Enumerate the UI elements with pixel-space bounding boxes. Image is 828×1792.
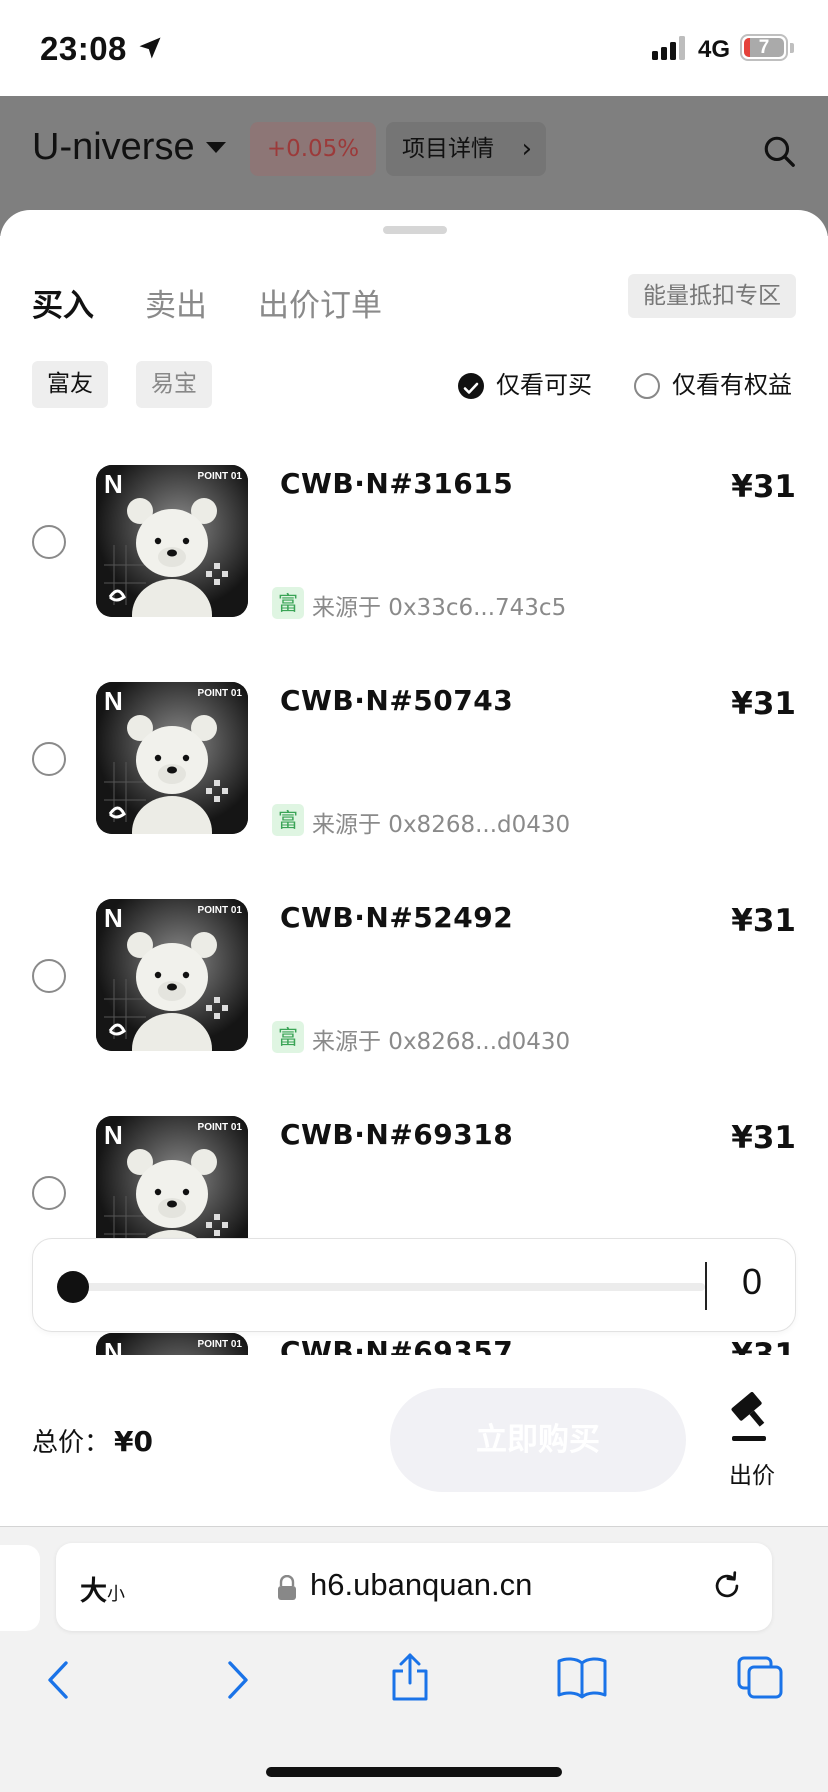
list-item[interactable]: N POINT 01 CWB·N#31615 ¥31 富来源于 0x33c6...743…	[0, 445, 828, 661]
buy-now-button[interactable]: 立即购买	[390, 1388, 686, 1492]
project-details-label: 项目详情	[402, 136, 494, 162]
text-size-small: 小	[107, 1584, 125, 1605]
back-icon[interactable]	[42, 1657, 76, 1703]
filter-rights-only[interactable]: 仅看有权益	[634, 365, 804, 405]
previous-tab-peek[interactable]	[0, 1545, 40, 1631]
project-details-button[interactable]: 项目详情 ›	[386, 122, 546, 176]
drag-handle[interactable]	[383, 226, 447, 234]
lock-icon	[278, 1575, 296, 1600]
text-size-large: 大	[80, 1576, 107, 1607]
thumb-letter: N	[104, 1120, 123, 1150]
source-badge: 富	[272, 587, 304, 619]
reload-icon[interactable]	[710, 1569, 744, 1603]
price-change-badge: +0.05%	[250, 122, 376, 176]
tabs-icon[interactable]	[736, 1655, 784, 1701]
thumb-letter: N	[104, 469, 123, 499]
gavel-icon[interactable]	[728, 1392, 778, 1446]
thumb-tag: POINT 01	[197, 471, 242, 482]
item-name[interactable]: CWB·N#52492	[280, 901, 513, 934]
item-thumbnail[interactable]: N POINT 01	[96, 682, 248, 834]
list-item[interactable]: N POINT 01 CWB·N#50743 ¥31 富来源于 0x8268...d04…	[0, 662, 828, 878]
item-name[interactable]: CWB·N#69318	[280, 1118, 513, 1151]
chevron-right-icon: ›	[521, 134, 532, 164]
network-label: 4G	[698, 36, 731, 63]
purchase-footer: 总价： ¥0 立即购买 出价	[0, 1356, 828, 1526]
filter-buyable-label: 仅看可买	[496, 371, 592, 399]
select-radio[interactable]	[32, 525, 66, 559]
source-address: 来源于 0x8268...d0430	[312, 1029, 571, 1055]
browser-toolbar: 大小 h6.ubanquan.cn	[0, 1526, 828, 1792]
address-bar[interactable]: 大小 h6.ubanquan.cn	[56, 1543, 772, 1631]
source-address: 来源于 0x8268...d0430	[312, 812, 571, 838]
status-time: 23:08	[40, 30, 127, 67]
item-thumbnail[interactable]: N POINT 01	[96, 465, 248, 617]
quantity-slider-track[interactable]	[71, 1283, 705, 1291]
thumb-letter: N	[104, 1337, 123, 1355]
location-arrow-icon	[139, 37, 161, 59]
battery-level: 7	[758, 37, 770, 58]
tab-sell[interactable]: 卖出	[145, 280, 207, 325]
quantity-slider-card: 0	[32, 1238, 796, 1332]
item-price: ¥31	[731, 1337, 796, 1355]
slider-divider	[705, 1262, 707, 1310]
item-price: ¥31	[731, 903, 796, 939]
thumb-tag: POINT 01	[197, 1122, 242, 1133]
share-icon[interactable]	[388, 1651, 432, 1703]
thumb-tag: POINT 01	[197, 905, 242, 916]
forward-icon[interactable]	[220, 1657, 254, 1703]
select-radio[interactable]	[32, 959, 66, 993]
source-address: 来源于 0x33c6...743c5	[312, 595, 567, 621]
bid-label[interactable]: 出价	[728, 1456, 776, 1490]
status-bar: 23:08 4G 7	[0, 0, 828, 96]
thumb-letter: N	[104, 903, 123, 933]
text-size-button[interactable]: 大小	[80, 1569, 125, 1608]
filter-buyable-only[interactable]: 仅看可买	[458, 365, 608, 405]
energy-deduction-button[interactable]: 能量抵扣专区	[628, 274, 796, 318]
item-price: ¥31	[731, 686, 796, 722]
total-amount: ¥0	[114, 1425, 153, 1458]
quantity-value[interactable]: 0	[717, 1261, 787, 1303]
tab-bid-orders[interactable]: 出价订单	[258, 280, 382, 325]
payment-chip-fuyou[interactable]: 富友	[32, 361, 108, 408]
unchecked-circle-icon	[634, 373, 660, 399]
total-price: 总价： ¥0	[32, 1422, 153, 1459]
item-price: ¥31	[731, 469, 796, 505]
signal-icon	[652, 36, 685, 60]
source-badge: 富	[272, 804, 304, 836]
quantity-slider-thumb[interactable]	[57, 1271, 89, 1303]
item-name[interactable]: CWB·N#69357	[280, 1335, 513, 1355]
select-radio[interactable]	[32, 742, 66, 776]
item-price: ¥31	[731, 1120, 796, 1156]
filter-rights-label: 仅看有权益	[672, 371, 792, 399]
item-name[interactable]: CWB·N#50743	[280, 684, 513, 717]
caret-down-icon[interactable]	[206, 142, 226, 153]
item-name[interactable]: CWB·N#31615	[280, 467, 513, 500]
item-thumbnail[interactable]: N POINT 01	[96, 1333, 248, 1355]
collection-title[interactable]: U-niverse	[32, 126, 195, 169]
total-label: 总价：	[32, 1428, 111, 1458]
list-item[interactable]: N POINT 01 CWB·N#52492 ¥31 富来源于 0x8268...d04…	[0, 879, 828, 1095]
select-radio[interactable]	[32, 1176, 66, 1210]
thumb-tag: POINT 01	[197, 1339, 242, 1350]
battery-icon: 7	[740, 34, 788, 61]
bookmarks-icon[interactable]	[556, 1655, 608, 1699]
payment-chip-yibao[interactable]: 易宝	[136, 361, 212, 408]
url-text[interactable]: h6.ubanquan.cn	[310, 1567, 532, 1603]
item-thumbnail[interactable]: N POINT 01	[96, 899, 248, 1051]
thumb-tag: POINT 01	[197, 688, 242, 699]
home-indicator[interactable]	[266, 1767, 562, 1777]
battery-cap	[790, 43, 794, 53]
item-list[interactable]: N POINT 01 CWB·N#31615 ¥31 富来源于 0x33c6...743…	[0, 445, 828, 1355]
search-icon[interactable]	[762, 134, 796, 168]
checked-circle-icon	[458, 373, 484, 399]
source-badge: 富	[272, 1021, 304, 1053]
tab-buy[interactable]: 买入	[32, 280, 94, 325]
thumb-letter: N	[104, 686, 123, 716]
